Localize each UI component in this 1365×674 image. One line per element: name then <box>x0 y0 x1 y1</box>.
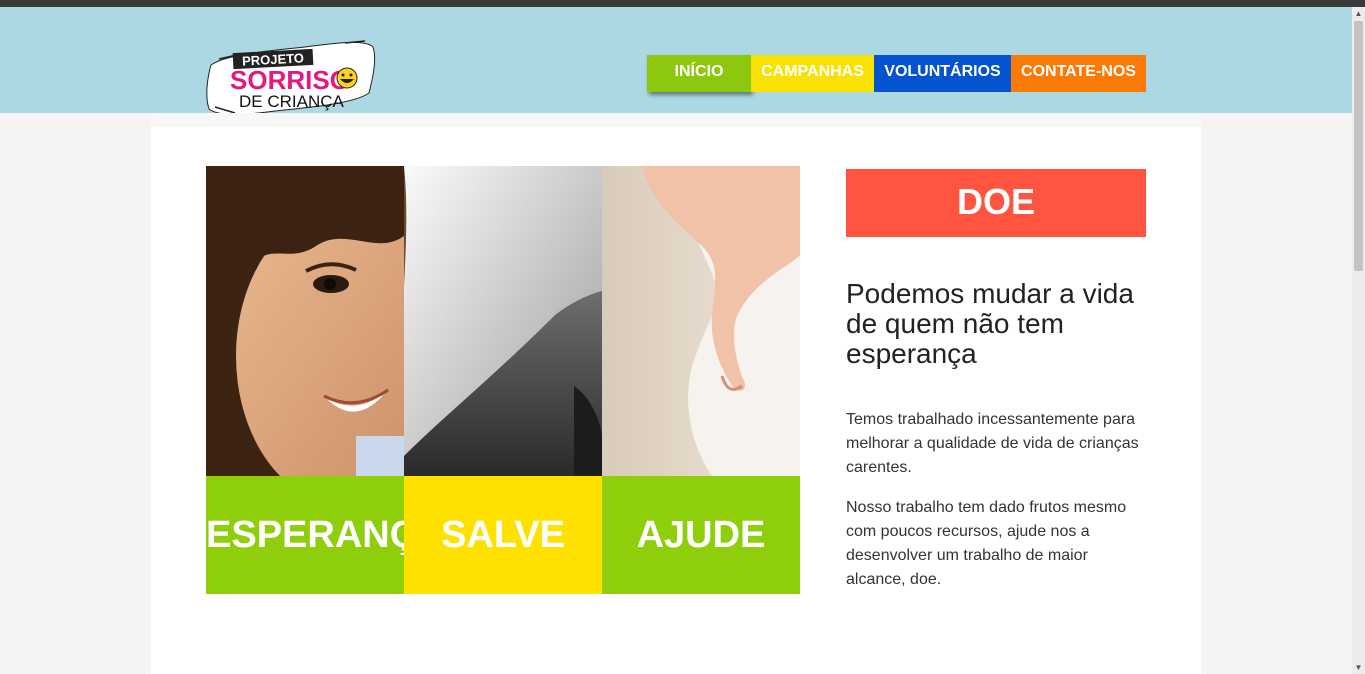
smiley-face-icon <box>336 67 358 89</box>
scroll-down-arrow-icon[interactable]: ▼ <box>1352 661 1365 674</box>
nav-campanhas[interactable]: CAMPANHAS <box>751 55 874 92</box>
svg-text:DE CRIANÇA: DE CRIANÇA <box>239 92 345 111</box>
browser-top-edge <box>0 0 1365 7</box>
reaching-hand-photo <box>602 166 800 476</box>
page-scrollbar[interactable]: ▲ ▼ <box>1352 7 1365 674</box>
feature-panels: ESPERANÇA SALVE <box>206 166 800 594</box>
nav-inicio[interactable]: INÍCIO <box>647 55 751 92</box>
scroll-up-arrow-icon[interactable]: ▲ <box>1352 7 1365 20</box>
site-header: PROJETO SORRISO DE CRIANÇA INÍCIO CAMPAN… <box>0 7 1352 115</box>
hand-grayscale-photo <box>404 166 602 476</box>
nav-contate-nos[interactable]: CONTATE-NOS <box>1011 55 1146 92</box>
logo-sorriso-text: SORRISO <box>230 65 350 95</box>
panel-salve[interactable]: SALVE <box>404 166 602 594</box>
page-headline: Podemos mudar a vida de quem não tem esp… <box>846 278 1134 369</box>
appeal-paragraph: Nosso trabalho tem dado frutos mesmo com… <box>846 499 1127 588</box>
main-nav: INÍCIO CAMPANHAS VOLUNTÁRIOS CONTATE-NOS <box>647 55 1146 92</box>
intro-paragraph: Temos trabalhado incessantemente para me… <box>846 411 1139 476</box>
panel-esperanca[interactable]: ESPERANÇA <box>206 166 404 594</box>
panel-salve-label: SALVE <box>404 476 602 594</box>
donate-button[interactable]: DOE <box>846 169 1146 237</box>
content-top-band <box>151 113 1201 127</box>
scroll-thumb[interactable] <box>1354 21 1363 271</box>
panel-ajude[interactable]: AJUDE <box>602 166 800 594</box>
nav-voluntarios[interactable]: VOLUNTÁRIOS <box>874 55 1011 92</box>
child-smiling-photo <box>206 166 404 476</box>
logo-graphic: PROJETO SORRISO DE CRIANÇA <box>206 40 376 115</box>
site-logo[interactable]: PROJETO SORRISO DE CRIANÇA <box>205 37 377 121</box>
panel-ajude-label: AJUDE <box>602 476 800 594</box>
panel-esperanca-label: ESPERANÇA <box>206 476 404 594</box>
